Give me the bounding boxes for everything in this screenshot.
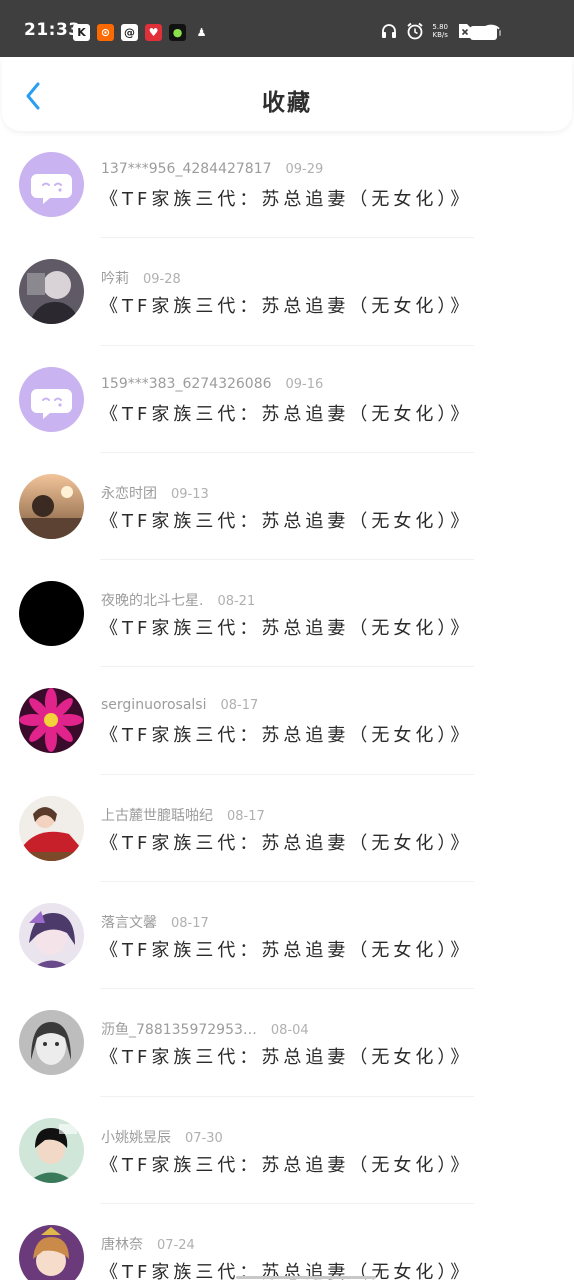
- chat-bubble-icon[interactable]: [19, 152, 84, 217]
- avatar[interactable]: [19, 1117, 84, 1183]
- list-item[interactable]: 沥鱼_788135972953… 08-04 《TF家族三代：苏总追妻（无女化）》: [0, 989, 574, 1097]
- list-item[interactable]: 159***383_6274326086 09-16 《TF家族三代：苏总追妻（无女…: [0, 346, 574, 453]
- qq-icon: ♟: [196, 26, 207, 39]
- book-title[interactable]: 《TF家族三代：苏总追妻（无女化）》: [100, 614, 472, 640]
- item-meta: 夜晚的北斗七星. 08-21: [101, 590, 255, 610]
- item-meta: 吟莉 09-28: [101, 268, 181, 288]
- list-item[interactable]: 夜晚的北斗七星. 08-21 《TF家族三代：苏总追妻（无女化）》: [0, 560, 574, 668]
- navigation-bar: 收藏: [2, 57, 572, 131]
- avatar[interactable]: [19, 259, 84, 325]
- date: 09-28: [143, 272, 181, 288]
- heart-app-icon: ♥: [145, 24, 162, 41]
- status-bar: 21:33 K ⊙ @ ♥ ● ♟ 5.80 KB/s: [0, 0, 574, 57]
- list-item[interactable]: 唐林奈 07-24 《TF家族三代：苏总追妻（无女化）》: [0, 1204, 574, 1280]
- date: 08-17: [171, 916, 209, 932]
- avatar[interactable]: [19, 1010, 84, 1076]
- username[interactable]: 夜晚的北斗七星.: [101, 593, 203, 609]
- book-title[interactable]: 《TF家族三代：苏总追妻（无女化）》: [100, 1043, 472, 1069]
- username[interactable]: serginuorosalsi: [101, 697, 206, 713]
- book-title[interactable]: 《TF家族三代：苏总追妻（无女化）》: [100, 400, 472, 426]
- avatar[interactable]: [19, 581, 84, 647]
- username[interactable]: 上古麓世膍聒啪纪: [101, 808, 213, 824]
- list-item[interactable]: 137***956_4284427817 09-29 《TF家族三代：苏总追妻（无女…: [0, 131, 574, 239]
- date: 08-04: [270, 1023, 309, 1039]
- avatar[interactable]: [19, 1224, 84, 1280]
- avatar[interactable]: [19, 795, 84, 861]
- username[interactable]: 159***383_6274326086: [101, 376, 272, 392]
- at-app-icon: @: [121, 24, 138, 41]
- username[interactable]: 唐林奈: [101, 1237, 143, 1253]
- green-dot-app-icon: ●: [169, 24, 186, 41]
- item-meta: 沥鱼_788135972953… 08-04: [101, 1019, 309, 1039]
- home-indicator[interactable]: [236, 1276, 376, 1279]
- date: 07-30: [185, 1130, 223, 1146]
- item-meta: 永恋时团 09-13: [101, 483, 209, 503]
- date: 08-17: [220, 698, 259, 714]
- username[interactable]: 落言文馨: [101, 915, 157, 931]
- item-meta: 落言文馨 08-17: [101, 912, 209, 932]
- item-meta: 137***956_4284427817 09-29: [101, 161, 323, 177]
- list-item[interactable]: serginuorosalsi 08-17 《TF家族三代：苏总追妻（无女化）》: [0, 667, 574, 775]
- kuaishou-icon: ⊙: [97, 24, 114, 41]
- book-title[interactable]: 《TF家族三代：苏总追妻（无女化）》: [100, 507, 472, 533]
- book-title[interactable]: 《TF家族三代：苏总追妻（无女化）》: [100, 829, 472, 855]
- item-meta: 唐林奈 07-24: [101, 1234, 195, 1254]
- k-app-icon: K: [73, 24, 90, 41]
- avatar[interactable]: [19, 688, 84, 754]
- date: 07-24: [157, 1237, 195, 1253]
- date: 09-16: [285, 376, 324, 392]
- book-title[interactable]: 《TF家族三代：苏总追妻（无女化）》: [100, 721, 472, 747]
- list-item[interactable]: 小姚姚昱辰 07-30 《TF家族三代：苏总追妻（无女化）》: [0, 1097, 574, 1204]
- item-meta: 159***383_6274326086 09-16: [101, 376, 323, 392]
- battery-icon: [470, 26, 501, 40]
- list-item[interactable]: 永恋时团 09-13 《TF家族三代：苏总追妻（无女化）》: [0, 453, 574, 561]
- network-speed: 5.80 KB/s: [432, 23, 448, 39]
- item-meta: 小姚姚昱辰 07-30: [101, 1127, 223, 1147]
- avatar[interactable]: [19, 473, 84, 539]
- date: 08-21: [217, 594, 256, 610]
- date: 09-13: [171, 486, 209, 502]
- username[interactable]: 小姚姚昱辰: [101, 1130, 171, 1146]
- username[interactable]: 沥鱼_788135972953…: [101, 1022, 257, 1038]
- list-item[interactable]: 上古麓世膍聒啪纪 08-17 《TF家族三代：苏总追妻（无女化）》: [0, 775, 574, 883]
- headphones-icon: [380, 22, 398, 40]
- book-title[interactable]: 《TF家族三代：苏总追妻（无女化）》: [100, 1151, 472, 1177]
- date: 08-17: [227, 808, 265, 824]
- alarm-icon: [406, 22, 424, 40]
- favorites-list: 137***956_4284427817 09-29 《TF家族三代：苏总追妻（无女…: [0, 131, 574, 1280]
- username[interactable]: 137***956_4284427817: [101, 161, 272, 177]
- book-title[interactable]: 《TF家族三代：苏总追妻（无女化）》: [100, 185, 472, 211]
- avatar[interactable]: [19, 903, 84, 969]
- chat-bubble-icon[interactable]: [19, 366, 84, 432]
- date: 09-29: [285, 162, 324, 177]
- list-item[interactable]: 吟莉 09-28 《TF家族三代：苏总追妻（无女化）》: [0, 238, 574, 346]
- item-meta: 上古麓世膍聒啪纪 08-17: [101, 805, 265, 825]
- notification-icons: K ⊙ @ ♥ ● ♟: [73, 24, 210, 41]
- username[interactable]: 吟莉: [101, 271, 129, 287]
- username[interactable]: 永恋时团: [101, 486, 157, 502]
- book-title[interactable]: 《TF家族三代：苏总追妻（无女化）》: [100, 936, 472, 962]
- list-item[interactable]: 落言文馨 08-17 《TF家族三代：苏总追妻（无女化）》: [0, 882, 574, 990]
- page-title: 收藏: [262, 90, 312, 116]
- book-title[interactable]: 《TF家族三代：苏总追妻（无女化）》: [100, 292, 472, 318]
- item-meta: serginuorosalsi 08-17: [101, 697, 258, 713]
